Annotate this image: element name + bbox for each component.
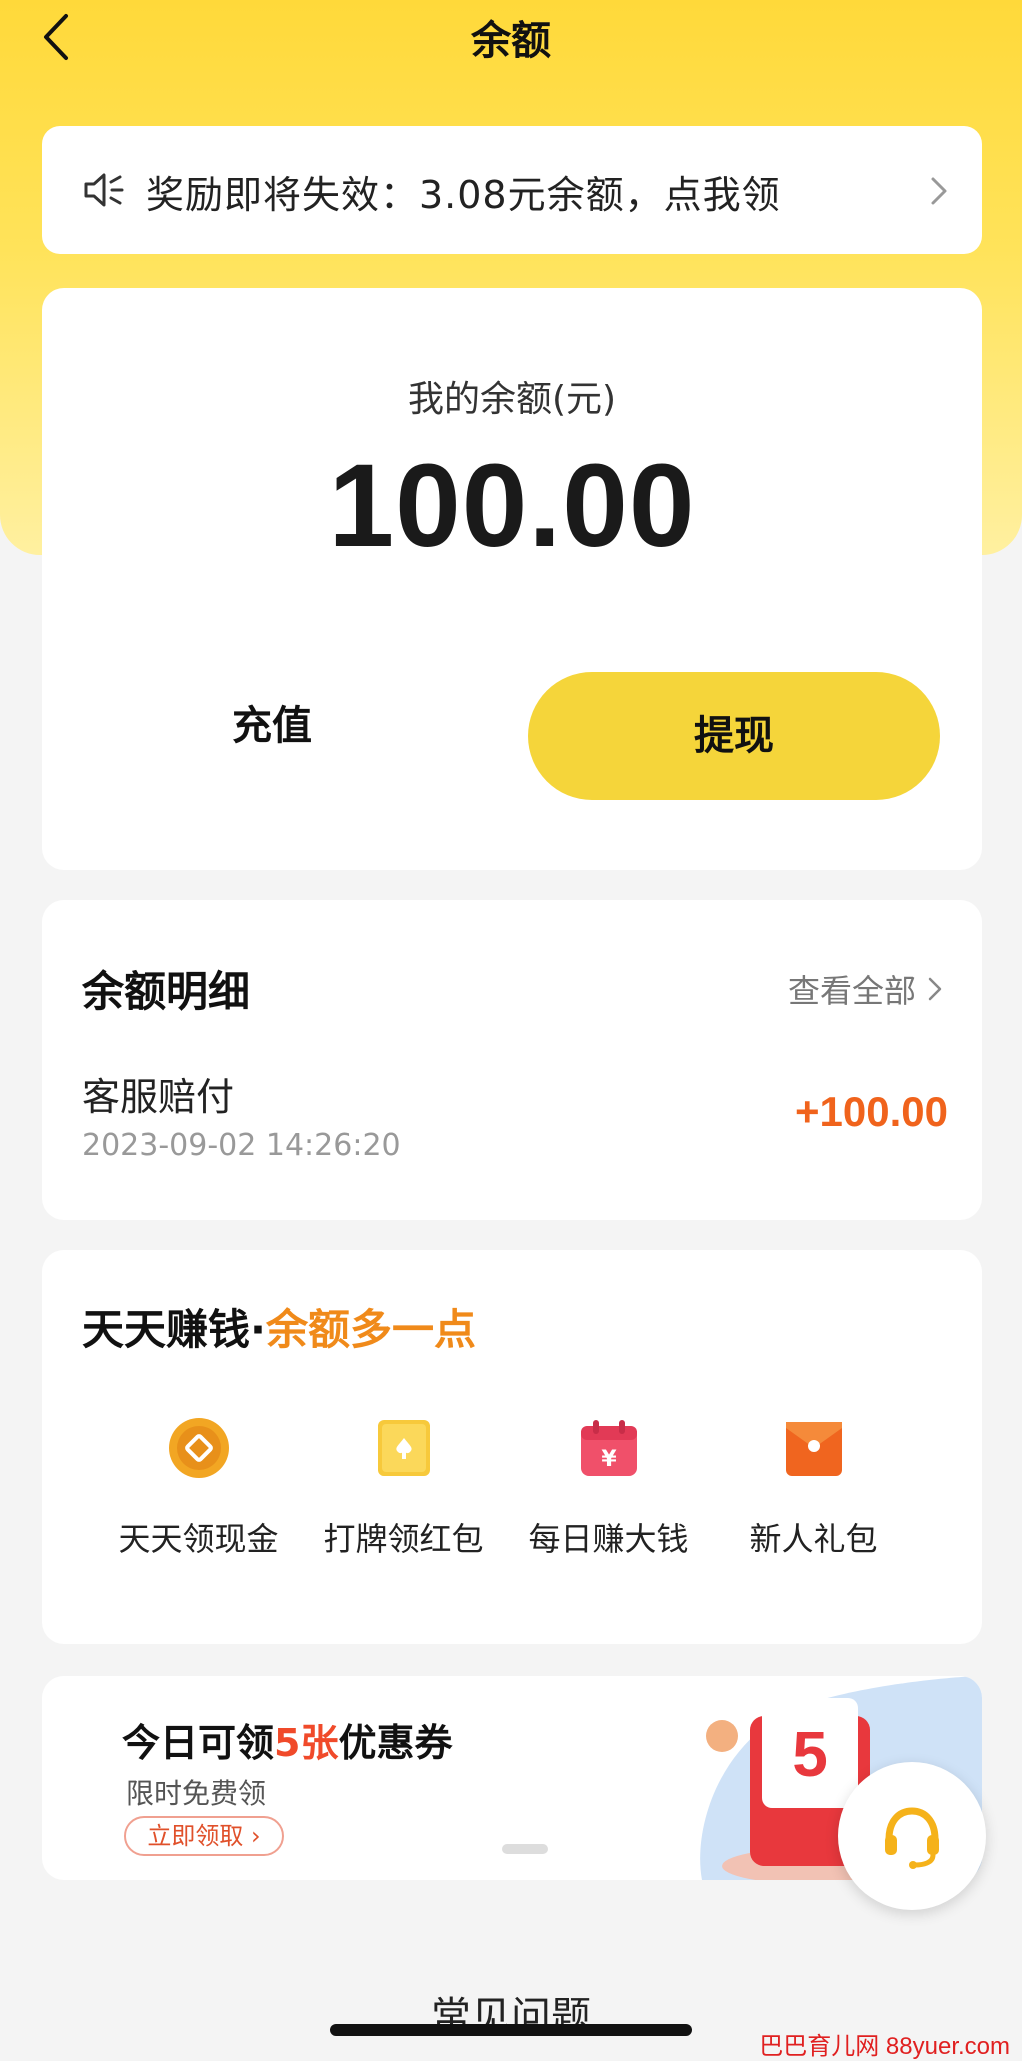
balance-details-card: 余额明细 查看全部 客服赔付 2023-09-02 14:26:20 +100.…	[42, 900, 982, 1220]
notice-text: 奖励即将失效：3.08元余额，点我领	[146, 173, 781, 217]
gold-coin-icon	[168, 1418, 229, 1478]
chevron-right-icon	[928, 977, 942, 1001]
balance-amount: 100.00	[328, 440, 696, 572]
earn-item-label: 新人礼包	[749, 1520, 878, 1558]
earn-item-daily-earn[interactable]: ¥ 每日赚大钱	[506, 1416, 711, 1560]
balance-label: 我的余额(元)	[407, 379, 617, 420]
transaction-time: 2023-09-02 14:26:20	[82, 1128, 401, 1163]
promo-title: 今日可领5张优惠券	[122, 1712, 452, 1767]
chevron-right-icon: ›	[251, 1822, 261, 1850]
balance-card: 我的余额(元) 100.00 充值 提现	[42, 288, 982, 870]
earn-title-accent: 余额多一点	[265, 1305, 476, 1354]
earn-item-label: 打牌领红包	[323, 1520, 484, 1558]
customer-service-button[interactable]	[838, 1762, 986, 1910]
recharge-button[interactable]: 充值	[162, 676, 382, 776]
svg-text:¥: ¥	[601, 1447, 617, 1472]
earn-title-prefix: 天天赚钱·	[82, 1305, 266, 1354]
watermark: 巴巴育儿网 88yuer.com	[759, 2033, 1010, 2060]
home-indicator[interactable]	[330, 2024, 692, 2036]
transaction-amount: +100.00	[795, 1088, 948, 1135]
view-all-label: 查看全部	[787, 972, 916, 1010]
earn-money-card: 天天赚钱·余额多一点 天天领现金 打牌领红包 ¥ 每日赚大钱 新人礼包	[42, 1250, 982, 1644]
earn-item-newbie-gift[interactable]: 新人礼包	[711, 1416, 916, 1560]
claim-now-button[interactable]: 立即领取 ›	[124, 1816, 284, 1856]
earn-item-daily-cash[interactable]: 天天领现金	[96, 1416, 301, 1560]
calendar-number: 5	[792, 1718, 828, 1790]
chevron-right-icon	[931, 177, 947, 205]
promo-subtitle: 限时免费领	[126, 1777, 267, 1810]
reward-notice-banner[interactable]: 奖励即将失效：3.08元余额，点我领	[42, 126, 982, 254]
claim-now-label: 立即领取	[147, 1822, 244, 1850]
earn-item-label: 每日赚大钱	[528, 1520, 689, 1558]
page-title: 余额	[471, 18, 551, 64]
withdraw-button[interactable]: 提现	[528, 672, 940, 800]
promo-title-prefix: 今日可领	[122, 1721, 275, 1765]
earn-items-grid: 天天领现金 打牌领红包 ¥ 每日赚大钱 新人礼包	[42, 1416, 982, 1560]
earn-item-label: 天天领现金	[118, 1520, 279, 1558]
promo-title-highlight: 5张	[274, 1721, 339, 1765]
headset-icon	[885, 1807, 939, 1869]
transaction-name: 客服赔付	[82, 1075, 235, 1119]
yellow-card-icon	[377, 1420, 430, 1476]
carousel-indicator	[502, 1844, 548, 1854]
promo-title-suffix: 优惠券	[338, 1721, 453, 1765]
gift-envelope-icon	[785, 1422, 842, 1476]
view-all-link[interactable]: 查看全部	[788, 966, 942, 1012]
nav-bar: 余额	[0, 0, 1022, 70]
section-title: 天天赚钱·余额多一点	[82, 1296, 476, 1357]
speaker-icon	[84, 173, 124, 207]
calendar-money-icon: ¥	[580, 1420, 637, 1476]
earn-item-card-game[interactable]: 打牌领红包	[301, 1416, 506, 1560]
section-title: 余额明细	[82, 967, 251, 1016]
